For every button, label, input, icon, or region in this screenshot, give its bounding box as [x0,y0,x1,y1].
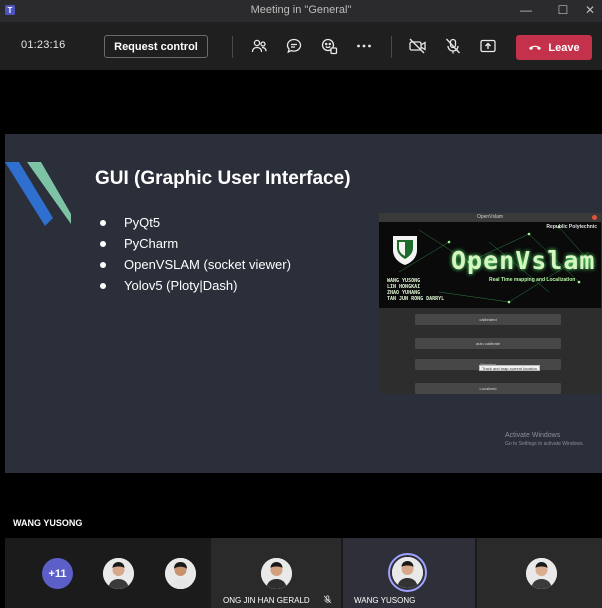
leave-button[interactable]: Leave [516,35,592,60]
reactions-icon[interactable] [318,35,340,57]
participant-name: ONG JIN HAN GERALD [223,596,310,605]
inset-auto-calibrate-button: auto calibrate [415,338,561,349]
activate-windows-watermark: Activate Windows Go to Settings to activ… [505,432,584,447]
more-participants-badge[interactable]: +11 [42,558,73,589]
window-title: Meeting in "General" [250,4,352,16]
inset-tooltip: Track and map current location [479,365,540,371]
slide-bullet-list: PyQt5 PyCharm OpenVSLAM (socket viewer) … [100,212,291,296]
participant-gallery: +11 ONG JIN HAN GERALD WANG YUSONG [5,538,602,608]
participant-tile[interactable]: ONG JIN HAN GERALD [211,538,341,608]
bullet-item: PyCharm [100,233,291,254]
participant-tile-group: +11 [5,538,211,608]
bullet-item: Yolov5 (Ploty|Dash) [100,275,291,296]
minimize-icon[interactable]: — [514,0,538,20]
meeting-toolbar: 01:23:16 Request control Leave [0,22,602,70]
openvslam-screenshot: OpenVslam Republic Polytechnic OpenVslam… [379,213,601,394]
openvslam-brand: OpenVslam [451,246,596,275]
avatar [392,557,423,588]
maximize-icon[interactable]: ☐ [551,0,575,20]
toolbar-divider [391,36,392,58]
inset-titlebar: OpenVslam [379,213,601,222]
bullet-item: PyQt5 [100,212,291,233]
shared-screen-stage: GUI (Graphic User Interface) PyQt5 PyCha… [5,70,602,538]
mic-off-icon [323,595,332,604]
inset-calibrated-button: calibrated [415,314,561,325]
inset-localized-button: Localized [415,383,561,394]
openvslam-tagline: Real Time mapping and Localization [489,277,576,283]
toolbar-divider [232,36,233,58]
inset-close-icon [592,215,597,220]
openvslam-banner: Republic Polytechnic OpenVslam Real Time… [379,222,601,308]
slide-corner-decoration [5,162,71,226]
phone-hangup-icon [529,45,542,50]
slide-title: GUI (Graphic User Interface) [95,168,351,189]
presentation-slide: GUI (Graphic User Interface) PyQt5 PyCha… [5,134,602,473]
avatar[interactable] [103,558,134,589]
mic-off-icon[interactable] [442,35,464,57]
school-shield-icon [393,236,417,265]
more-icon[interactable] [353,35,375,57]
close-icon[interactable]: ✕ [578,0,602,20]
camera-off-icon[interactable] [407,35,429,57]
avatar[interactable] [165,558,196,589]
participant-name: WANG YUSONG [354,596,416,605]
school-name: Republic Polytechnic [546,224,597,230]
avatar [261,558,292,589]
call-timer: 01:23:16 [21,39,66,51]
bullet-item: OpenVSLAM (socket viewer) [100,254,291,275]
presenter-name: WANG YUSONG [13,518,83,528]
participant-tile-speaking[interactable]: WANG YUSONG [343,538,475,608]
participant-tile[interactable] [477,538,602,608]
window-titlebar: T Meeting in "General" — ☐ ✕ [0,0,602,22]
share-icon[interactable] [477,35,499,57]
leave-label: Leave [548,41,580,54]
people-icon[interactable] [248,35,270,57]
inset-window-title: OpenVslam [476,214,504,220]
chat-icon[interactable] [283,35,305,57]
team-names: WANG YUSONG LIN HONGKAI ZHAO YUHANG TAN … [387,278,445,302]
avatar [526,558,557,589]
request-control-button[interactable]: Request control [104,35,208,58]
